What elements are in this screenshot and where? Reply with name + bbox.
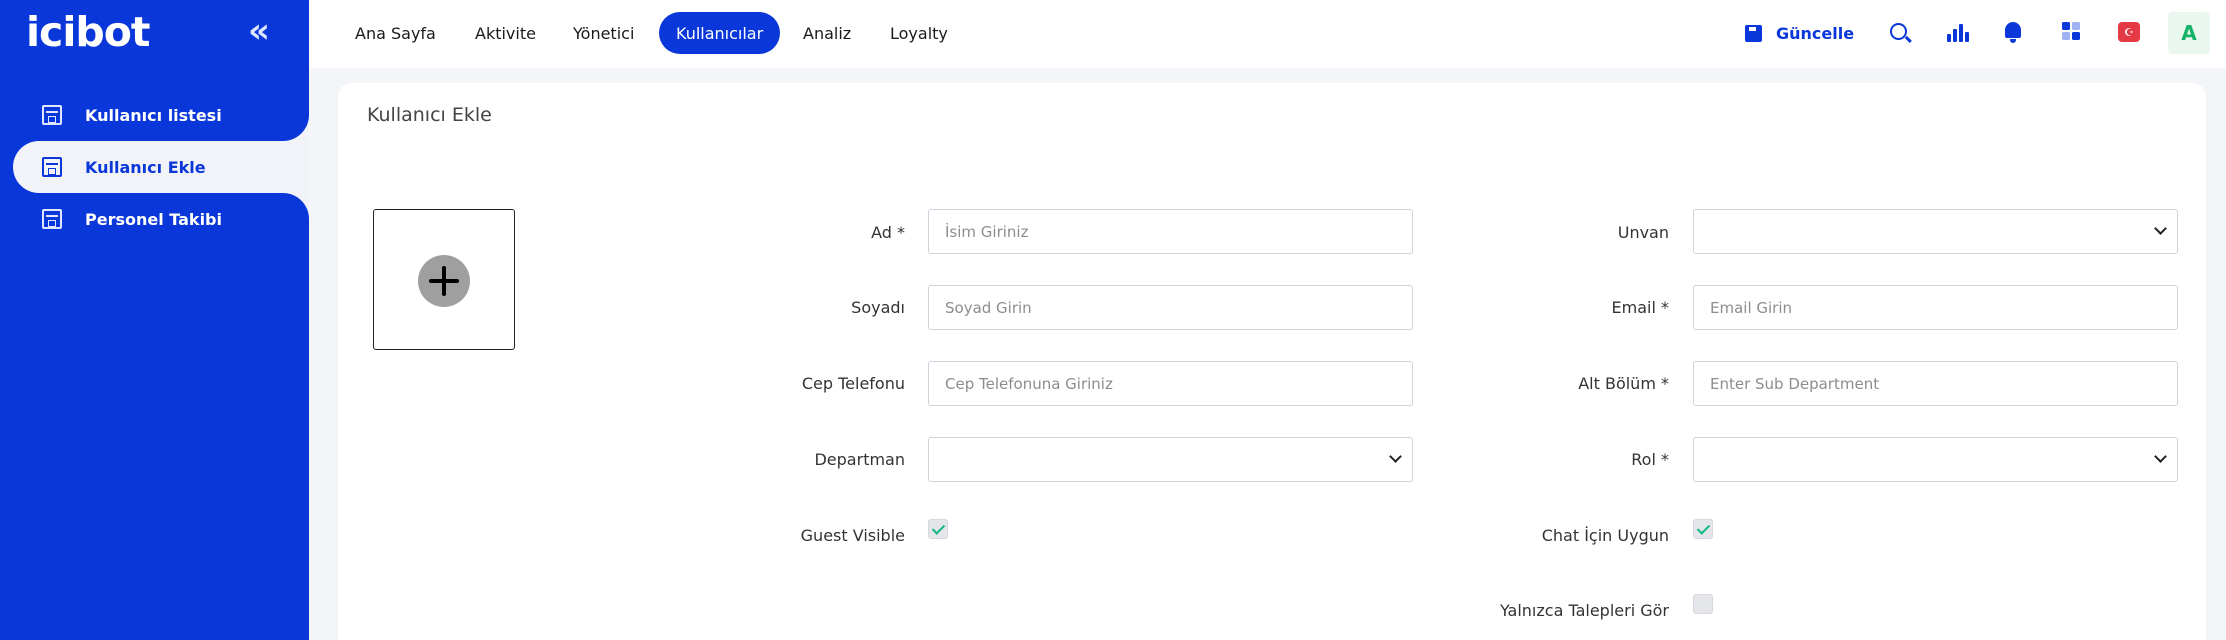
only-requests-checkbox[interactable] [1693, 594, 1713, 614]
mobile-phone-label: Cep Telefonu [801, 373, 905, 393]
nav-activity[interactable]: Aktivite [458, 12, 553, 54]
apps-grid-icon[interactable] [2061, 20, 2085, 44]
save-button-label: Güncelle [1776, 23, 1855, 43]
email-input[interactable] [1693, 285, 2178, 330]
sidebar-item-label: Kullanıcı listesi [85, 105, 222, 125]
sidebar-item-label: Personel Takibi [85, 209, 222, 229]
sub-department-label: Alt Bölüm * [1578, 373, 1669, 393]
name-label: Ad * [871, 222, 905, 242]
title-select[interactable] [1693, 209, 2178, 254]
nav-users[interactable]: Kullanıcılar [659, 12, 781, 54]
sub-department-input[interactable] [1693, 361, 2178, 406]
photo-upload-box[interactable] [373, 209, 515, 350]
add-photo-icon [418, 255, 470, 307]
table-icon [42, 209, 62, 229]
table-icon [42, 157, 62, 177]
only-requests-label: Yalnızca Talepleri Gör [1499, 600, 1669, 620]
surname-input[interactable] [928, 285, 1413, 330]
save-icon [1745, 24, 1762, 42]
nav-admin[interactable]: Yönetici [556, 12, 651, 54]
nav-analysis[interactable]: Analiz [786, 12, 868, 54]
mobile-phone-input[interactable] [928, 361, 1413, 406]
save-button[interactable]: Güncelle [1745, 18, 1854, 48]
guest-visible-checkbox[interactable] [928, 519, 948, 539]
sidebar: icibot « Kullanıcı listesi Kullanıcı Ekl… [0, 0, 309, 640]
avatar[interactable]: A [2168, 12, 2210, 54]
sidebar-item-staff-tracking[interactable]: Personel Takibi [0, 193, 309, 245]
bell-icon[interactable] [2005, 22, 2021, 43]
surname-label: Soyadı [851, 297, 905, 317]
sidebar-item-label: Kullanıcı Ekle [85, 157, 206, 177]
sidebar-item-add-user[interactable]: Kullanıcı Ekle [13, 141, 309, 193]
sidebar-active-notch [283, 115, 309, 141]
chat-available-checkbox[interactable] [1693, 519, 1713, 539]
page-title: Kullanıcı Ekle [367, 104, 492, 126]
title-label: Unvan [1617, 222, 1669, 242]
role-label: Rol * [1631, 449, 1669, 469]
collapse-sidebar-icon[interactable]: « [248, 14, 270, 48]
search-icon[interactable] [1890, 23, 1907, 40]
app-logo[interactable]: icibot [26, 8, 151, 56]
chevron-down-icon [1389, 450, 1402, 463]
chat-available-label: Chat İçin Uygun [1541, 525, 1669, 545]
sidebar-item-user-list[interactable]: Kullanıcı listesi [0, 89, 309, 141]
topbar: Ana Sayfa Aktivite Yönetici Kullanıcılar… [309, 0, 2226, 68]
email-label: Email * [1611, 297, 1669, 317]
chevron-down-icon [2154, 222, 2167, 235]
turkish-flag-icon[interactable]: ☪ [2118, 22, 2140, 42]
nav-loyalty[interactable]: Loyalty [873, 12, 965, 54]
department-label: Departman [814, 449, 905, 469]
table-icon [42, 105, 62, 125]
bar-chart-icon[interactable] [1945, 20, 1969, 44]
department-select[interactable] [928, 437, 1413, 482]
nav-home[interactable]: Ana Sayfa [338, 12, 453, 54]
role-select[interactable] [1693, 437, 2178, 482]
chevron-down-icon [2154, 450, 2167, 463]
name-input[interactable] [928, 209, 1413, 254]
guest-visible-label: Guest Visible [800, 525, 905, 545]
